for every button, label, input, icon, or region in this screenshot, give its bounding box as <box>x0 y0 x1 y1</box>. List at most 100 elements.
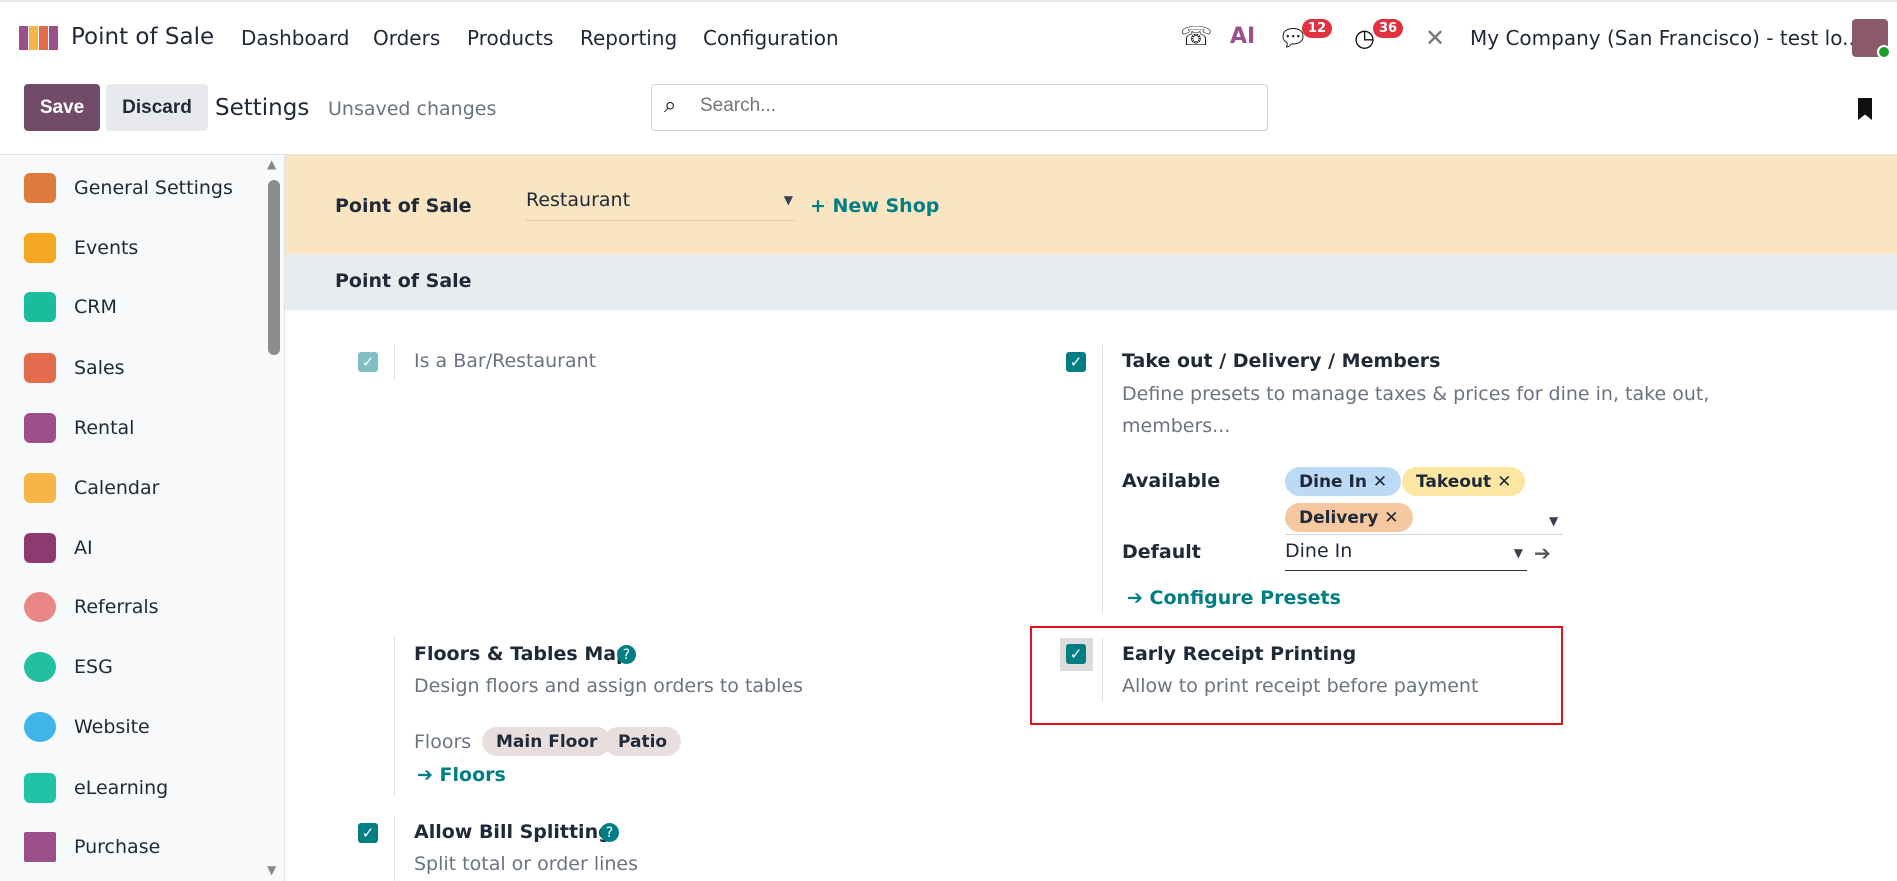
floors-link[interactable]: ➔ Floors <box>417 764 506 786</box>
sidebar-item-website[interactable]: Website <box>24 707 150 747</box>
sidebar-item-rental[interactable]: Rental <box>24 408 134 448</box>
messages-badge: 12 <box>1302 19 1333 38</box>
chevron-down-icon: ▼ <box>1513 546 1523 560</box>
available-label: Available <box>1122 470 1221 492</box>
early-receipt-checkbox[interactable]: ✓ <box>1066 644 1086 664</box>
sidebar-item-ai[interactable]: AI <box>24 528 93 568</box>
sidebar-item-events[interactable]: Events <box>24 228 138 268</box>
tag-patio[interactable]: Patio <box>604 727 682 756</box>
bar-restaurant-checkbox[interactable]: ✓ <box>358 352 378 372</box>
scroll-up-arrow[interactable]: ▲ <box>267 157 276 171</box>
crm-icon <box>24 292 56 322</box>
website-icon <box>24 712 56 742</box>
shop-selector-bar: Point of Sale Restaurant ▼ + New Shop <box>285 155 1897 254</box>
sidebar-item-sales[interactable]: Sales <box>24 348 125 388</box>
settings-sidebar: General Settings Events CRM Sales Rental… <box>0 155 285 881</box>
activities-clock-icon[interactable]: ◷ <box>1354 24 1375 52</box>
purchase-icon <box>24 832 56 862</box>
help-icon[interactable]: ? <box>617 645 636 664</box>
menu-reporting[interactable]: Reporting <box>580 26 677 50</box>
remove-tag-icon[interactable]: ✕ <box>1384 508 1398 528</box>
remove-tag-icon[interactable]: ✕ <box>1497 472 1511 492</box>
tag-dine-in[interactable]: Dine In ✕ <box>1285 467 1402 496</box>
configure-presets-link[interactable]: ➔ Configure Presets <box>1127 587 1341 609</box>
open-record-arrow-icon[interactable]: ➔ <box>1534 541 1551 565</box>
activities-badge: 36 <box>1373 19 1404 38</box>
app-name[interactable]: Point of Sale <box>71 24 214 50</box>
floors-desc: Design floors and assign orders to table… <box>414 675 803 697</box>
section-title: Point of Sale <box>335 270 472 292</box>
page-title: Settings <box>215 95 310 121</box>
bar-restaurant-label: Is a Bar/Restaurant <box>414 350 597 372</box>
default-label: Default <box>1122 541 1201 563</box>
bill-splitting-title: Allow Bill Splitting <box>414 821 612 843</box>
takeout-desc-line1: Define presets to manage taxes & prices … <box>1122 383 1710 405</box>
unsaved-status: Unsaved changes <box>328 98 497 120</box>
divider <box>1102 345 1103 613</box>
sales-icon <box>24 353 56 383</box>
sidebar-item-elearning[interactable]: eLearning <box>24 768 168 808</box>
sidebar-item-crm[interactable]: CRM <box>24 287 117 327</box>
control-panel: Save Discard Settings Unsaved changes ⌕ <box>0 72 1897 155</box>
divider <box>394 816 395 881</box>
search-input[interactable] <box>700 95 1240 117</box>
search-icon: ⌕ <box>664 93 677 118</box>
ai-icon[interactable]: AI <box>1230 24 1255 49</box>
floors-title: Floors & Tables Map <box>414 643 630 665</box>
sidebar-scrollbar[interactable]: ▲ ▼ <box>265 155 282 881</box>
user-avatar[interactable] <box>1852 19 1891 59</box>
tools-icon[interactable]: ✕ <box>1425 24 1445 52</box>
help-icon[interactable]: ? <box>600 823 619 842</box>
elearning-icon <box>24 773 56 803</box>
tag-delivery[interactable]: Delivery ✕ <box>1285 503 1413 532</box>
default-preset-select[interactable]: Dine In ▼ <box>1285 540 1527 571</box>
search-box[interactable]: ⌕ <box>651 84 1268 131</box>
menu-configuration[interactable]: Configuration <box>703 26 839 50</box>
tag-main-floor[interactable]: Main Floor <box>482 727 612 756</box>
floors-label: Floors <box>414 731 472 753</box>
takeout-checkbox[interactable]: ✓ <box>1066 352 1086 372</box>
bill-splitting-checkbox[interactable]: ✓ <box>358 823 378 843</box>
discard-button[interactable]: Discard <box>106 84 208 131</box>
chevron-down-icon[interactable]: ▼ <box>1549 514 1558 528</box>
shop-select[interactable]: Restaurant ▼ <box>526 189 795 221</box>
divider <box>394 345 395 380</box>
general-settings-icon <box>24 173 56 203</box>
divider <box>1102 638 1103 702</box>
scroll-thumb[interactable] <box>268 180 280 355</box>
sidebar-item-purchase[interactable]: Purchase <box>24 827 160 867</box>
menu-orders[interactable]: Orders <box>373 26 440 50</box>
ai-icon <box>24 533 56 563</box>
menu-products[interactable]: Products <box>467 26 553 50</box>
remove-tag-icon[interactable]: ✕ <box>1373 472 1387 492</box>
sidebar-item-general-settings[interactable]: General Settings <box>24 168 233 208</box>
top-navbar: Point of Sale Dashboard Orders Products … <box>0 0 1897 72</box>
referrals-icon <box>24 592 56 622</box>
bookmark-icon[interactable] <box>1858 98 1872 120</box>
events-icon <box>24 233 56 263</box>
chevron-down-icon: ▼ <box>783 193 793 207</box>
early-receipt-title: Early Receipt Printing <box>1122 643 1357 665</box>
menu-dashboard[interactable]: Dashboard <box>241 26 350 50</box>
rental-icon <box>24 413 56 443</box>
divider <box>394 636 395 796</box>
scroll-down-arrow[interactable]: ▼ <box>267 863 276 877</box>
sidebar-item-referrals[interactable]: Referrals <box>24 587 159 627</box>
takeout-title: Take out / Delivery / Members <box>1122 350 1441 372</box>
pos-app-icon[interactable] <box>19 22 58 52</box>
section-header: Point of Sale <box>285 254 1897 310</box>
sidebar-item-calendar[interactable]: Calendar <box>24 468 159 508</box>
takeout-desc-line2: members... <box>1122 415 1231 437</box>
shop-label: Point of Sale <box>335 195 472 217</box>
esg-icon <box>24 652 56 682</box>
bill-splitting-desc: Split total or order lines <box>414 853 639 875</box>
early-receipt-desc: Allow to print receipt before payment <box>1122 675 1479 697</box>
save-button[interactable]: Save <box>24 84 100 131</box>
company-switcher[interactable]: My Company (San Francisco) - test lo... <box>1470 26 1861 50</box>
sidebar-item-esg[interactable]: ESG <box>24 647 113 687</box>
tag-takeout[interactable]: Takeout ✕ <box>1402 467 1526 496</box>
new-shop-button[interactable]: + New Shop <box>810 195 939 217</box>
calendar-icon <box>24 473 56 503</box>
online-status-dot <box>1877 45 1891 59</box>
phone-icon[interactable]: ☏ <box>1180 22 1213 52</box>
